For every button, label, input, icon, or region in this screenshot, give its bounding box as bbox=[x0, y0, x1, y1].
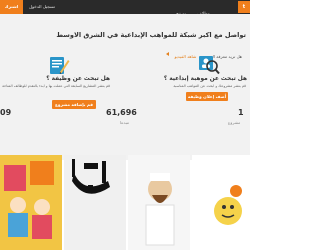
project-thumbnail[interactable] bbox=[128, 155, 190, 250]
play-icon[interactable] bbox=[166, 51, 170, 56]
stat-label: مبدعا bbox=[120, 120, 130, 125]
project-thumbnail[interactable] bbox=[64, 155, 126, 250]
stat-label: مشروع bbox=[228, 120, 241, 125]
job-seeker-desc: قم بنشر المشاريع السابقة التي عملت بها و… bbox=[2, 84, 110, 88]
project-thumbnail[interactable] bbox=[192, 155, 250, 250]
login-link[interactable]: تسجيل الدخول bbox=[24, 0, 60, 14]
hero-subline: هل تريد معرفة المزيد شاهد الفيديو bbox=[120, 43, 242, 62]
job-seeker-title: هل تبحث عن وظيفة ؟ bbox=[46, 76, 110, 82]
watch-video-link[interactable]: شاهد الفيديو bbox=[174, 54, 196, 59]
site-logo[interactable]: t bbox=[238, 1, 250, 13]
main-nav: وظائف تصفح bbox=[170, 0, 210, 17]
project-thumbnail[interactable] bbox=[0, 155, 62, 250]
magnifier-person-icon bbox=[199, 56, 220, 75]
hero-headline: تواصل مع اكبر شبكة للمواهب الإبداعية في … bbox=[56, 31, 246, 39]
pencil-form-icon bbox=[50, 57, 70, 74]
projects-strip bbox=[0, 155, 250, 250]
post-job-button[interactable]: أضف إعلان وظيفة bbox=[186, 92, 228, 101]
stat-value: 09 bbox=[0, 108, 12, 117]
signup-button[interactable]: اشترك مجانا bbox=[0, 0, 23, 23]
stat-value: 61,696 bbox=[106, 108, 137, 117]
stat-value: 1 bbox=[238, 108, 244, 117]
talent-seeker-title: هل تبحث عن موهبة إبداعية ؟ bbox=[163, 76, 247, 82]
top-bar: اشترك مجانا تسجيل الدخول وظائف تصفح t bbox=[0, 0, 250, 23]
hero-section: تواصل مع اكبر شبكة للمواهب الإبداعية في … bbox=[0, 14, 250, 160]
talent-seeker-desc: قم بنشر مشروعك و ابحث عن المواهب المناسب… bbox=[173, 84, 246, 88]
stats-row: 09 61,696 مبدعا 1 مشروع bbox=[0, 108, 250, 134]
